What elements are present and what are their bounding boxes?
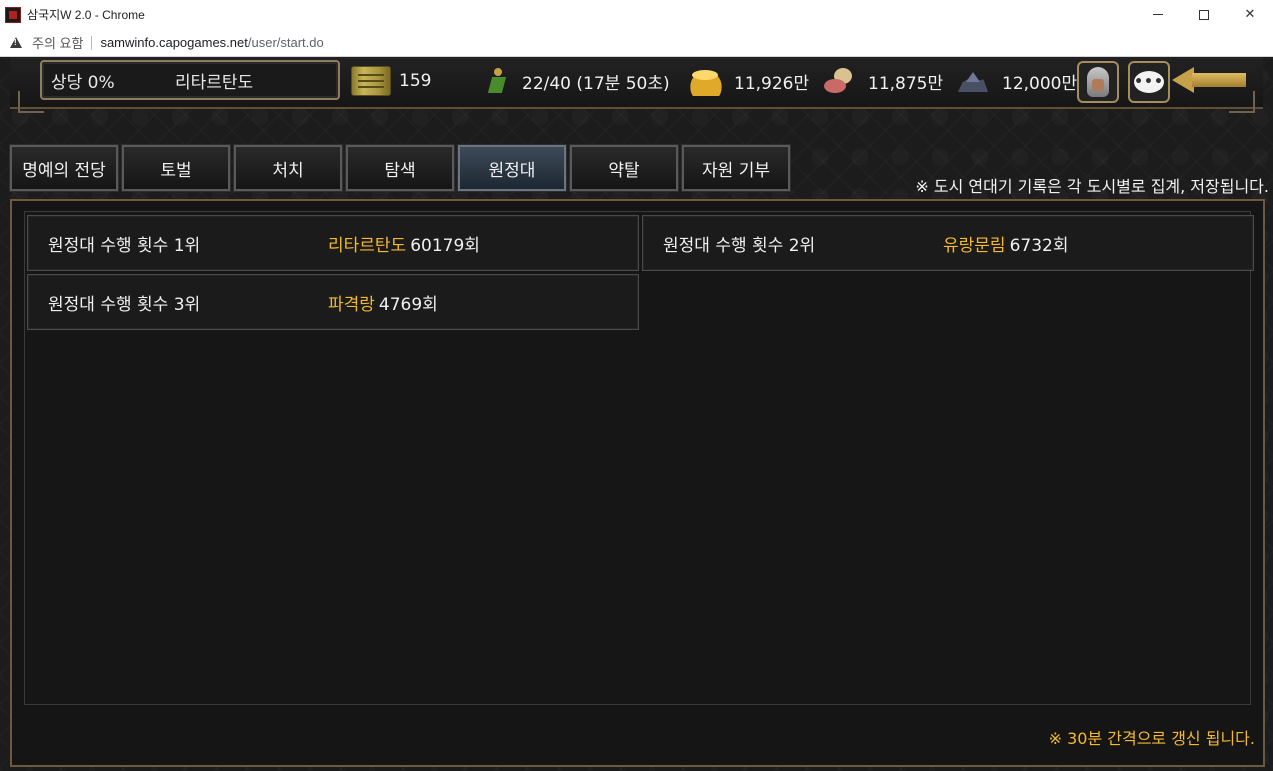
address-divider [91,35,93,50]
close-icon: ✕ [1244,7,1256,22]
rank-count: 60179회 [410,235,480,256]
rank-player-name: 파격랑 [328,294,375,315]
rank-player: 리타르탄도 60179회 [328,231,480,256]
gold-resource: 11,926만 [686,63,809,99]
tab-hall-of-fame[interactable]: 명예의 전당 [9,144,119,192]
tab-expedition[interactable]: 원정대 [457,144,567,192]
chat-button[interactable]: ••• [1128,61,1170,103]
stamina-resource: 22/40 (17분 50초) [484,63,670,99]
url-text[interactable]: samwinfo.capogames.net/user/start.do [100,35,323,50]
tab-kill[interactable]: 처치 [233,144,343,192]
helmet-icon [1087,67,1109,97]
tab-bar: 명예의 전당 토벌 처치 탐색 원정대 약탈 자원 기부 [9,144,794,192]
game-area: 상당 0% 리타르탄도 159 22/40 (17분 50초) 11,926만 … [0,57,1273,771]
minimize-button[interactable] [1135,0,1181,29]
maximize-button[interactable] [1181,0,1227,29]
refresh-notice: ※ 30분 간격으로 갱신 됩니다. [1048,729,1255,748]
rank-card-2: 원정대 수행 횟수 2위 유랑문림 6732회 [642,215,1254,271]
rank-count: 4769회 [378,294,438,315]
profile-name: 리타르탄도 [175,72,254,93]
food-icon [820,66,860,96]
window-title: 삼국지W 2.0 - Chrome [27,8,145,22]
ore-value: 12,000만 [1002,73,1078,94]
food-resource: 11,875만 [820,63,943,99]
tab-resource-donation[interactable]: 자원 기부 [681,144,791,192]
runner-icon [484,66,512,96]
rank-player-name: 유랑문림 [943,235,1006,256]
browser-titlebar: 삼국지W 2.0 - Chrome ✕ [0,0,1273,29]
stamina-value: 22/40 (17분 50초) [522,73,670,94]
app-favicon-icon [5,6,21,23]
resource-bar: 상당 0% 리타르탄도 159 22/40 (17분 50초) 11,926만 … [10,57,1263,113]
maximize-icon [1199,9,1209,20]
url-host: samwinfo.capogames.net [100,35,248,50]
warning-icon[interactable] [10,37,22,48]
rank-card-3: 원정대 수행 횟수 3위 파격랑 4769회 [27,274,639,330]
scroll-count: 159 [399,71,432,91]
rank-player: 유랑문림 6732회 [943,231,1068,256]
chronicle-notice: ※ 도시 연대기 기록은 각 도시별로 집계, 저장됩니다. [915,177,1269,196]
profile-rank: 상당 0% [51,72,115,93]
tab-plunder[interactable]: 약탈 [569,144,679,192]
chat-icon: ••• [1134,71,1164,93]
rank-player-name: 리타르탄도 [328,235,407,256]
ornament-right [1229,91,1255,113]
rank-label: 원정대 수행 횟수 3위 [48,294,201,315]
address-bar[interactable]: 주의 요함 samwinfo.capogames.net/user/start.… [0,29,1273,57]
scroll-resource: 159 [351,63,431,99]
security-label[interactable]: 주의 요함 [32,33,83,52]
rank-count: 6732회 [1009,235,1069,256]
tab-explore[interactable]: 탐색 [345,144,455,192]
ranking-list: 원정대 수행 횟수 1위 리타르탄도 60179회 원정대 수행 횟수 2위 유랑… [24,211,1254,705]
gold-icon [686,66,726,96]
rank-card-1: 원정대 수행 횟수 1위 리타르탄도 60179회 [27,215,639,271]
general-button[interactable] [1077,61,1119,103]
profile-box[interactable]: 상당 0% 리타르탄도 [40,60,340,100]
ore-resource: 12,000만 [954,63,1077,99]
ore-icon [954,66,994,96]
gold-value: 11,926만 [734,73,810,94]
minimize-icon [1153,14,1163,15]
scroll-icon [351,66,391,96]
ranking-panel: 원정대 수행 횟수 1위 리타르탄도 60179회 원정대 수행 횟수 2위 유랑… [10,199,1265,767]
rank-label: 원정대 수행 횟수 2위 [663,235,816,256]
back-arrow-button[interactable] [1172,67,1248,93]
rank-player: 파격랑 4769회 [328,290,438,315]
rank-label: 원정대 수행 횟수 1위 [48,235,201,256]
window-controls: ✕ [1135,0,1273,29]
close-button[interactable]: ✕ [1227,0,1273,29]
food-value: 11,875만 [868,73,944,94]
url-path: /user/start.do [247,35,324,50]
tab-subjugation[interactable]: 토벌 [121,144,231,192]
